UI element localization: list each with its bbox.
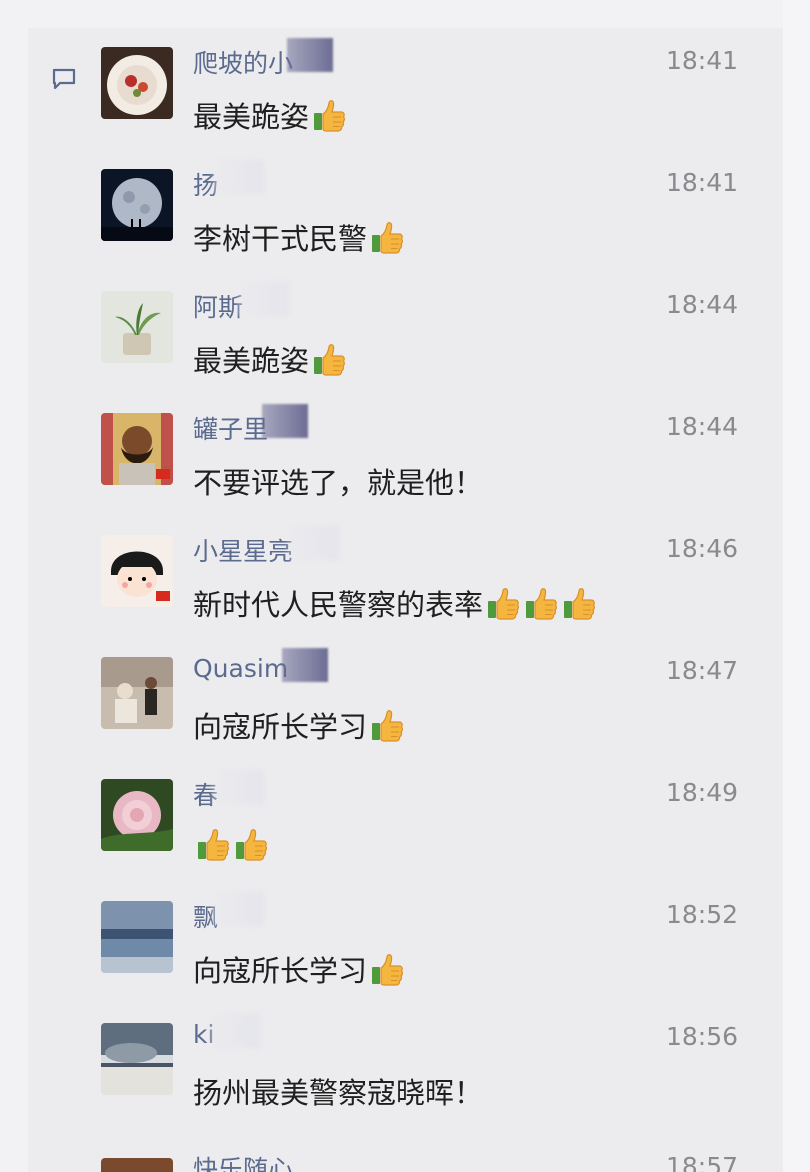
comment-time: 18:52 bbox=[665, 900, 738, 929]
comment-time: 18:41 bbox=[665, 46, 738, 75]
avatar[interactable] bbox=[101, 169, 173, 241]
comment-text: 不要评选了，就是他！ bbox=[193, 460, 483, 502]
avatar[interactable] bbox=[101, 779, 173, 851]
comment-time: 18:44 bbox=[665, 412, 738, 441]
comment-time: 18:56 bbox=[665, 1022, 738, 1051]
name-redaction bbox=[287, 38, 334, 72]
comment-time: 18:46 bbox=[665, 534, 738, 563]
thumbs-up-emoji-icon bbox=[311, 341, 347, 377]
comment-item[interactable]: 小星星亮 18:46 新时代人民警察的表率 bbox=[28, 516, 783, 638]
thumbs-up-emoji-icon bbox=[369, 219, 405, 255]
commenter-name[interactable]: 爬坡的小 bbox=[193, 44, 293, 80]
comment-time: 18:57 bbox=[665, 1152, 738, 1172]
comment-time: 18:49 bbox=[665, 778, 738, 807]
name-redaction bbox=[212, 770, 265, 804]
comment-text-content: 扬州最美警察寇晓晖！ bbox=[193, 1076, 484, 1110]
avatar[interactable] bbox=[101, 47, 173, 119]
thumbs-up-emoji-icon bbox=[233, 826, 269, 862]
comment-text: 向寇所长学习 bbox=[193, 704, 405, 746]
name-redaction bbox=[212, 892, 265, 926]
commenter-name[interactable]: Quasim bbox=[193, 654, 288, 683]
commenter-name[interactable]: 阿斯 bbox=[193, 288, 243, 324]
comment-text: 李树干式民警 bbox=[193, 216, 405, 258]
name-redaction bbox=[262, 404, 309, 438]
commenter-name[interactable]: 小星星亮 bbox=[193, 532, 293, 568]
comment-item[interactable]: Quasim 18:47 向寇所长学习 bbox=[28, 638, 783, 760]
avatar[interactable] bbox=[101, 1158, 173, 1172]
comment-text: 最美跪姿 bbox=[193, 94, 347, 136]
commenter-name[interactable]: 快乐随心 bbox=[193, 1150, 293, 1172]
name-redaction bbox=[212, 160, 265, 194]
avatar[interactable] bbox=[101, 901, 173, 973]
name-redaction bbox=[208, 1014, 261, 1048]
comment-text-content: 新时代人民警察的表率 bbox=[193, 588, 484, 622]
avatar[interactable] bbox=[101, 291, 173, 363]
comment-list[interactable]: 爬坡的小 18:41 最美跪姿扬 18:41 李树干式民警 阿斯 18:44 最美跪姿 罐子里 1… bbox=[28, 28, 783, 1172]
comment-text-content: 李树干式民警 bbox=[193, 222, 368, 256]
comment-text: 最美跪姿 bbox=[193, 338, 347, 380]
page-right-margin bbox=[783, 0, 810, 1172]
comment-text-content: 不要评选了，就是他！ bbox=[193, 466, 484, 500]
comment-text bbox=[193, 826, 269, 863]
comment-item[interactable]: ki 18:56 扬州最美警察寇晓晖！ bbox=[28, 1004, 783, 1126]
comment-item[interactable]: 爬坡的小 18:41 最美跪姿 bbox=[28, 28, 783, 150]
comment-time: 18:41 bbox=[665, 168, 738, 197]
comment-item[interactable]: 罐子里 18:44 不要评选了，就是他！ bbox=[28, 394, 783, 516]
name-redaction bbox=[282, 648, 329, 682]
comment-time: 18:47 bbox=[665, 656, 738, 685]
comment-text: 向寇所长学习 bbox=[193, 948, 405, 990]
comment-text: 扬州最美警察寇晓晖！ bbox=[193, 1070, 483, 1112]
comment-time: 18:44 bbox=[665, 290, 738, 319]
name-redaction bbox=[287, 526, 340, 560]
comment-text: 新时代人民警察的表率 bbox=[193, 582, 597, 624]
partial-comment: 快乐随心 18:57 bbox=[28, 1140, 783, 1172]
comment-item[interactable]: 阿斯 18:44 最美跪姿 bbox=[28, 272, 783, 394]
thumbs-up-emoji-icon bbox=[369, 707, 405, 743]
comment-text-content: 最美跪姿 bbox=[193, 100, 310, 134]
comment-text-content: 向寇所长学习 bbox=[193, 710, 368, 744]
avatar[interactable] bbox=[101, 657, 173, 729]
avatar[interactable] bbox=[101, 413, 173, 485]
avatar[interactable] bbox=[101, 535, 173, 607]
comment-icon[interactable] bbox=[51, 67, 77, 91]
comment-item[interactable]: 春 18:49 bbox=[28, 760, 783, 882]
thumbs-up-emoji-icon bbox=[195, 826, 231, 862]
avatar[interactable] bbox=[101, 1023, 173, 1095]
thumbs-up-emoji-icon bbox=[311, 97, 347, 133]
comment-text-content: 最美跪姿 bbox=[193, 344, 310, 378]
comment-text-content: 向寇所长学习 bbox=[193, 954, 368, 988]
name-redaction bbox=[237, 282, 290, 316]
commenter-name[interactable]: 罐子里 bbox=[193, 410, 268, 446]
thumbs-up-emoji-icon bbox=[369, 951, 405, 987]
thumbs-up-emoji-icon bbox=[523, 585, 559, 621]
comment-item[interactable]: 扬 18:41 李树干式民警 bbox=[28, 150, 783, 272]
comment-item[interactable]: 飘 18:52 向寇所长学习 bbox=[28, 882, 783, 1004]
thumbs-up-emoji-icon bbox=[485, 585, 521, 621]
thumbs-up-emoji-icon bbox=[561, 585, 597, 621]
